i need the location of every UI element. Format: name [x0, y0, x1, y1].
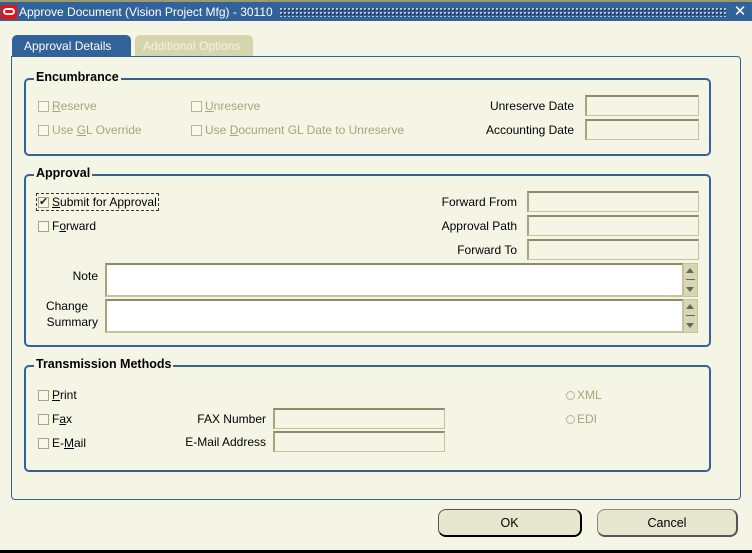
change-summary-scrollbar[interactable]	[683, 299, 698, 333]
reserve-checkbox[interactable]: Reserve	[38, 99, 97, 113]
transmission-methods-title: Transmission Methods	[34, 357, 174, 371]
forward-checkbox[interactable]: Fo rward	[38, 219, 96, 233]
forward-from-field[interactable]	[527, 191, 699, 212]
checkbox-box	[38, 389, 49, 401]
change-summary-label-2: Summary	[46, 315, 98, 329]
email-address-label: E-Mail Address	[185, 435, 266, 449]
scroll-down-icon[interactable]	[686, 287, 694, 292]
checkbox-box	[38, 437, 49, 449]
forward-to-field[interactable]	[527, 239, 699, 260]
use-gl-override-checkbox[interactable]: Use GL Override	[38, 123, 142, 137]
unreserve-checkbox[interactable]: Unreserve	[191, 99, 260, 113]
scroll-down-icon[interactable]	[686, 323, 694, 328]
tab-approval-details[interactable]: Approval Details	[12, 35, 131, 57]
close-icon[interactable]: ✕	[732, 3, 748, 20]
scroll-up-icon[interactable]	[686, 304, 694, 309]
encumbrance-group: Encumbrance	[24, 70, 711, 156]
submit-for-approval-checkbox[interactable]: Submit for Approval	[36, 193, 159, 211]
fax-number-field[interactable]	[273, 408, 445, 429]
fax-number-label: FAX Number	[197, 412, 266, 426]
fax-checkbox[interactable]: Fax	[38, 412, 72, 426]
checkbox-box	[38, 413, 49, 425]
checkbox-box	[38, 100, 49, 112]
unreserve-date-label: Unreserve Date	[489, 99, 574, 113]
oracle-icon	[1, 4, 17, 19]
checkbox-box	[38, 220, 49, 232]
tab-additional-options[interactable]: Additional Options	[135, 35, 253, 57]
note-scrollbar[interactable]	[683, 263, 698, 297]
cancel-button[interactable]: Cancel	[597, 509, 738, 537]
checkbox-box	[38, 124, 49, 136]
xml-radio[interactable]: XML	[566, 388, 602, 402]
window-title: Approve Document (Vision Project Mfg) - …	[19, 4, 273, 19]
note-label: Note	[72, 269, 98, 283]
email-address-field[interactable]	[273, 431, 445, 452]
title-bar: Approve Document (Vision Project Mfg) - …	[0, 0, 752, 21]
print-checkbox[interactable]: Print	[38, 388, 77, 402]
note-textarea[interactable]	[105, 263, 683, 297]
change-summary-textarea[interactable]	[105, 299, 683, 333]
approval-path-label: Approval Path	[441, 219, 517, 233]
checkbox-box	[191, 100, 202, 112]
title-bar-drag-area[interactable]	[278, 6, 726, 17]
use-document-gl-date-checkbox[interactable]: Use Document GL Date to Unreserve	[191, 123, 404, 137]
approval-title: Approval	[34, 166, 93, 180]
approval-path-field[interactable]	[527, 215, 699, 236]
ok-button[interactable]: OK	[438, 509, 582, 537]
accounting-date-label: Accounting Date	[485, 123, 574, 137]
radio-circle	[566, 414, 575, 424]
checkbox-box	[38, 195, 49, 208]
radio-circle	[566, 390, 575, 400]
checkbox-box	[191, 124, 202, 136]
unreserve-date-field[interactable]	[585, 95, 699, 116]
change-summary-label: Change	[45, 299, 88, 313]
accounting-date-field[interactable]	[585, 119, 699, 140]
edi-radio[interactable]: EDI	[566, 412, 597, 426]
encumbrance-title: Encumbrance	[34, 70, 121, 84]
scroll-up-icon[interactable]	[686, 268, 694, 273]
forward-to-label: Forward To	[457, 243, 517, 257]
forward-from-label: Forward From	[441, 195, 517, 209]
email-checkbox[interactable]: E- Mail	[38, 436, 86, 450]
